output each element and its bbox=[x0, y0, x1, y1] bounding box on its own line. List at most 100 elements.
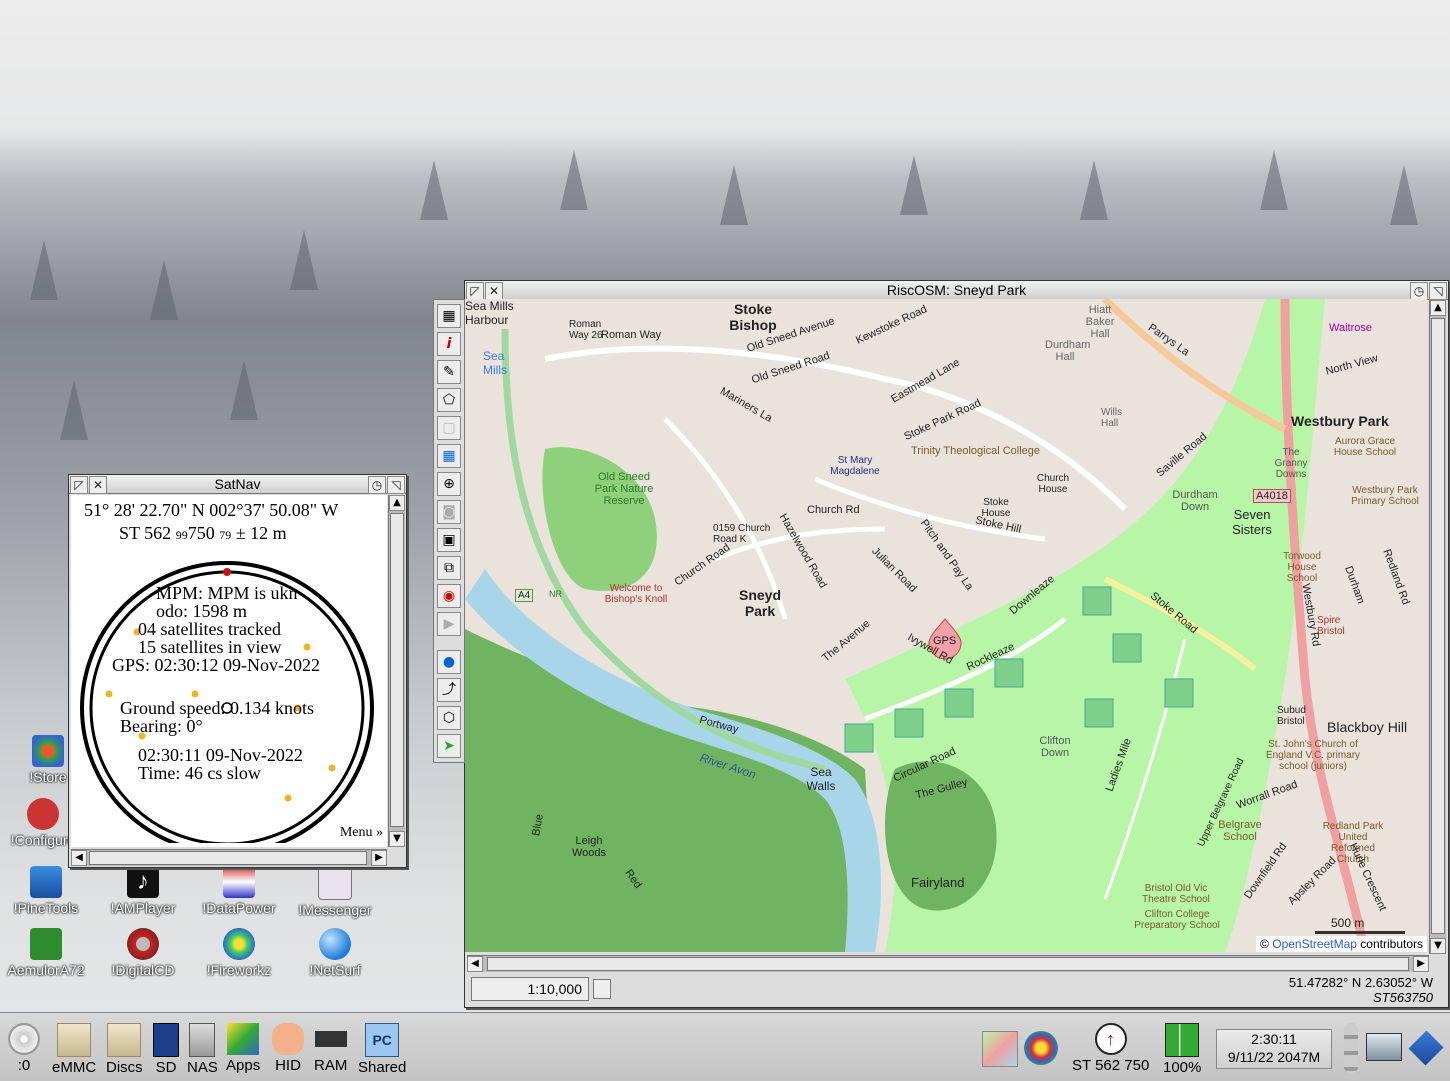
map-label: A4018 bbox=[1253, 489, 1291, 503]
desktop-icon-fireworkz[interactable]: !Fireworkz bbox=[194, 928, 284, 978]
scroll-left-icon[interactable]: ◀ bbox=[467, 956, 483, 972]
scale-menu-icon[interactable] bbox=[593, 979, 611, 999]
satnav-window: SatNav ◸ ✕ ◷ ◹ 51° 28' 22.70" N 002°37' … bbox=[68, 474, 407, 868]
iconbar-apps[interactable]: Apps bbox=[226, 1023, 260, 1074]
adjust-size-icon[interactable]: ◹ bbox=[387, 476, 405, 494]
map-label: Sneyd Park bbox=[738, 587, 781, 619]
map-label: Sea Mills Harbour bbox=[465, 299, 514, 327]
map-label: Westbury Park Primary School bbox=[1351, 485, 1419, 507]
iconbar-nas[interactable]: NAS bbox=[187, 1023, 218, 1076]
map-vertical-scrollbar[interactable]: ▲ ▼ bbox=[1429, 300, 1446, 954]
map-label: Blackboy Hill bbox=[1327, 719, 1408, 735]
close-icon[interactable]: ✕ bbox=[485, 282, 503, 300]
close-icon[interactable]: ✕ bbox=[89, 476, 107, 494]
map-label: Stoke Bishop bbox=[729, 301, 777, 333]
map-label: 0159 Church Road K bbox=[713, 523, 771, 545]
scroll-right-icon[interactable]: ▶ bbox=[371, 850, 387, 866]
pin-icon[interactable]: ● bbox=[437, 650, 461, 674]
scroll-thumb[interactable] bbox=[487, 957, 1409, 971]
desktop-icon-messenger[interactable]: !Messenger bbox=[290, 866, 380, 918]
scroll-left-icon[interactable]: ◀ bbox=[71, 850, 87, 866]
compass-icon: ↑ bbox=[1094, 1023, 1127, 1055]
route-icon[interactable]: ⤴ bbox=[437, 678, 461, 702]
iconbar-battery[interactable]: 100% bbox=[1163, 1023, 1201, 1076]
label-icon[interactable]: ⬠ bbox=[437, 388, 461, 412]
apps-icon bbox=[227, 1023, 260, 1055]
desktop-icon-amplayer[interactable]: ♪ !AMPlayer bbox=[98, 866, 188, 916]
scroll-up-icon[interactable]: ▲ bbox=[1430, 300, 1446, 316]
icon-bar: :0 eMMC Discs SD NAS Apps HID RAM PC Sha… bbox=[0, 1012, 1450, 1081]
iconbar-ram[interactable]: RAM bbox=[314, 1023, 347, 1074]
layers-icon[interactable]: ▦ bbox=[437, 304, 461, 328]
satellite-dot bbox=[303, 643, 311, 651]
tree-decoration bbox=[290, 230, 318, 290]
clock[interactable]: 2:30:11 9/11/22 2047M bbox=[1216, 1029, 1332, 1069]
zoom-icon[interactable]: ⊕ bbox=[437, 472, 461, 496]
tree-decoration bbox=[60, 380, 88, 440]
polygon-icon[interactable]: ⬡ bbox=[437, 706, 461, 730]
scroll-up-icon[interactable]: ▲ bbox=[389, 495, 405, 511]
grid-ref-readout: ST563750 bbox=[1373, 990, 1433, 1005]
satnav-horizontal-scrollbar[interactable]: ◀ ▶ bbox=[71, 849, 387, 866]
scroll-down-icon[interactable]: ▼ bbox=[1430, 938, 1446, 954]
back-icon[interactable]: ◸ bbox=[466, 282, 484, 300]
tree-decoration bbox=[1080, 160, 1108, 220]
grid-icon[interactable]: ▦ bbox=[437, 444, 461, 468]
satellite-dot bbox=[191, 690, 199, 698]
toggle-size-icon[interactable]: ◷ bbox=[1410, 282, 1428, 300]
map-label: Spire Bristol bbox=[1317, 615, 1345, 637]
gps-marker-label: GPS bbox=[933, 635, 957, 647]
display-icon[interactable] bbox=[1366, 1033, 1402, 1061]
iconbar-emmc[interactable]: eMMC bbox=[52, 1023, 96, 1076]
iconbar-hid[interactable]: HID bbox=[272, 1023, 304, 1074]
grid-reference-readout: ST 562 99750 79 ± 12 m bbox=[119, 523, 287, 543]
scroll-thumb[interactable] bbox=[89, 851, 367, 865]
satnav-vertical-scrollbar[interactable]: ▲ ▼ bbox=[388, 495, 405, 847]
scale-field[interactable]: 1:10,000 bbox=[471, 977, 589, 1001]
map-titlebar[interactable]: RiscOSM: Sneyd Park bbox=[465, 281, 1448, 300]
sports-pitch bbox=[994, 658, 1024, 688]
tree-decoration bbox=[30, 240, 58, 300]
iconbar-cd[interactable]: :0 bbox=[8, 1023, 40, 1074]
satnav-titlebar[interactable]: SatNav bbox=[69, 475, 406, 494]
info-icon[interactable]: i bbox=[437, 332, 461, 356]
fireworkz-icon bbox=[223, 928, 255, 960]
scroll-thumb[interactable] bbox=[390, 513, 404, 827]
paint-icon[interactable] bbox=[1024, 1031, 1058, 1065]
desktop-icon-pinetools[interactable]: !PineTools bbox=[1, 866, 91, 916]
tree-decoration bbox=[720, 165, 748, 225]
marker-icon[interactable]: ✎ bbox=[437, 360, 461, 384]
toggle-size-icon[interactable]: ◷ bbox=[368, 476, 386, 494]
desktop-icon-netsurf[interactable]: !NetSurf bbox=[290, 928, 380, 978]
riscos-cube-icon[interactable] bbox=[1408, 1030, 1444, 1066]
adjust-size-icon[interactable]: ◹ bbox=[1429, 282, 1447, 300]
lock-icon[interactable]: ▣ bbox=[437, 528, 461, 552]
compass-icon[interactable]: ◉ bbox=[437, 584, 461, 608]
clock-date: 9/11/22 2047M bbox=[1227, 1049, 1321, 1065]
pc-share-icon: PC bbox=[365, 1023, 400, 1057]
map-canvas[interactable]: Stoke Bishop Sea Mills Harbour Sea Mills… bbox=[465, 299, 1427, 952]
clock-time: 2:30:11 bbox=[1251, 1031, 1297, 1047]
copy-icon[interactable]: ⧉ bbox=[437, 556, 461, 580]
satnav-map-icon[interactable] bbox=[982, 1031, 1018, 1067]
iconbar-shared[interactable]: PC Shared bbox=[358, 1023, 406, 1076]
window-title: RiscOSM: Sneyd Park bbox=[886, 282, 1027, 298]
menu-link[interactable]: Menu » bbox=[340, 825, 383, 841]
desktop-icon-datapower[interactable]: !DataPower bbox=[194, 866, 284, 916]
pointer-icon[interactable]: ➤ bbox=[437, 734, 461, 758]
scroll-right-icon[interactable]: ▶ bbox=[1413, 956, 1429, 972]
map-label: St. John's Church of England V.C. primar… bbox=[1265, 739, 1361, 772]
iconbar-discs[interactable]: Discs bbox=[106, 1023, 143, 1076]
scroll-down-icon[interactable]: ▼ bbox=[389, 831, 405, 847]
scroll-thumb[interactable] bbox=[1431, 318, 1445, 934]
desktop-icon-digitalcd[interactable]: !DigitalCD bbox=[98, 928, 188, 978]
iconbar-gps-reference[interactable]: ↑ ST 562 750 bbox=[1072, 1023, 1149, 1074]
sports-pitch bbox=[1084, 698, 1114, 728]
map-horizontal-scrollbar[interactable]: ◀ ▶ bbox=[467, 955, 1429, 972]
osm-link[interactable]: OpenStreetMap bbox=[1272, 937, 1357, 951]
tree-decoration bbox=[420, 160, 448, 220]
back-icon[interactable]: ◸ bbox=[70, 476, 88, 494]
desktop-icon-aemulor[interactable]: AemulorA72 bbox=[1, 928, 91, 978]
iconbar-sd[interactable]: SD bbox=[153, 1023, 179, 1076]
tree-decoration bbox=[230, 360, 258, 420]
